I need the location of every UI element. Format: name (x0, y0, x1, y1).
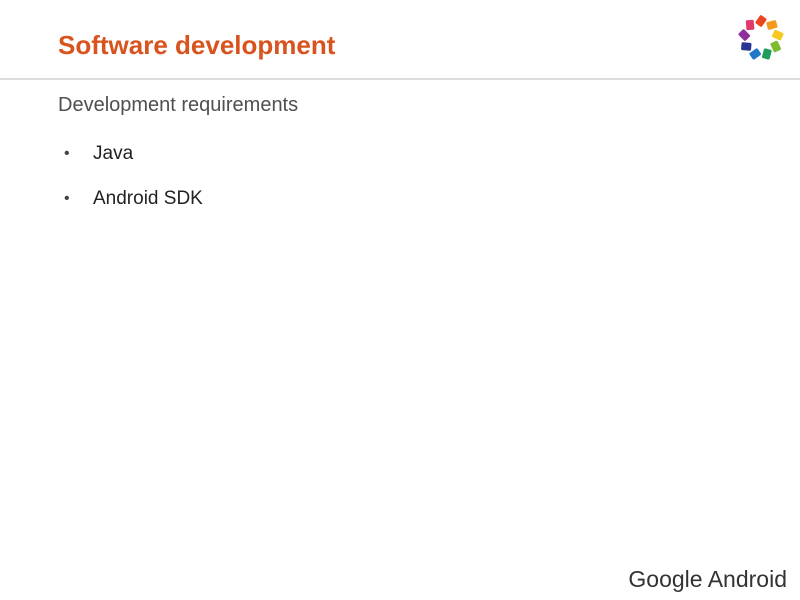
footer-brand-text: Google Android (628, 566, 787, 592)
logo-petal (761, 48, 772, 60)
logo-petal (755, 15, 767, 27)
bullet-list: • Java • Android SDK (64, 142, 203, 232)
bullet-dot-icon: • (64, 190, 70, 207)
logo-petal (772, 29, 784, 41)
logo-petal (766, 20, 778, 30)
title-divider (0, 78, 800, 80)
slide-title: Software development (58, 30, 336, 60)
logo-petal (738, 29, 751, 41)
slide: Software development Development require… (0, 0, 800, 600)
slide-subtitle: Development requirements (58, 94, 299, 116)
bullet-text: Android SDK (93, 188, 203, 209)
pinwheel-logo-icon (738, 15, 784, 60)
bullet-text: Java (93, 143, 134, 164)
logo-petal (745, 19, 755, 31)
bullet-dot-icon: • (64, 145, 70, 162)
logo-petal (770, 40, 781, 53)
logo-petal (741, 42, 752, 51)
bullet-item: • Java (64, 142, 203, 166)
bullet-item: • Android SDK (64, 187, 203, 211)
